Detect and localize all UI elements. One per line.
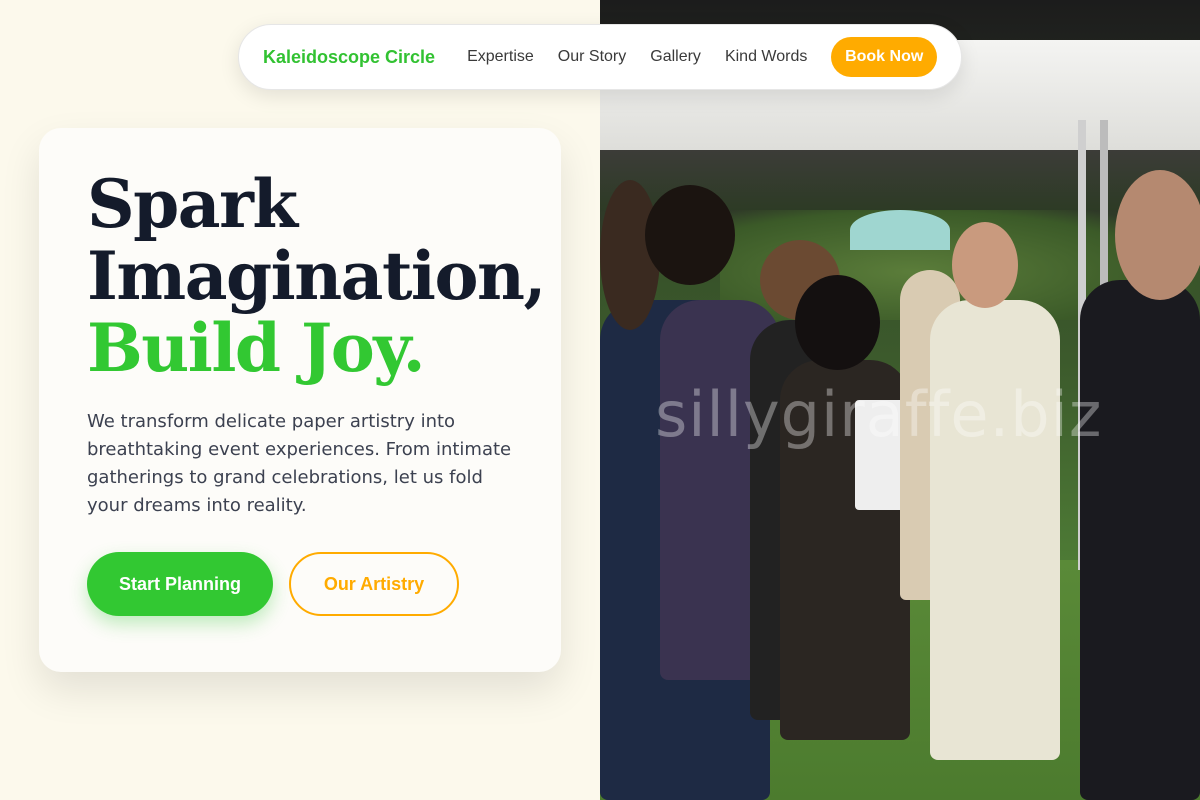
hero-headline: Spark Imagination, Build Joy. — [87, 165, 547, 387]
book-now-button[interactable]: Book Now — [831, 37, 937, 77]
photo-person-cream-suit — [930, 300, 1060, 760]
brand-logo[interactable]: Kaleidoscope Circle — [263, 47, 435, 68]
headline-line-2: Imagination, — [87, 237, 547, 315]
headline-line-1: Spark — [87, 165, 298, 243]
headline-accent: Build Joy. — [87, 309, 426, 387]
photo-person-head — [952, 222, 1018, 308]
our-artistry-button[interactable]: Our Artistry — [289, 552, 459, 616]
nav-link-gallery[interactable]: Gallery — [650, 48, 701, 66]
start-planning-button[interactable]: Start Planning — [87, 552, 273, 616]
hero-buttons: Start Planning Our Artistry — [87, 552, 513, 616]
photo-person-head — [795, 275, 880, 370]
photo-person — [1080, 280, 1200, 800]
photo-person-head — [645, 185, 735, 285]
watermark-text: sillygiraffe.biz — [655, 378, 1103, 451]
hero-card: Spark Imagination, Build Joy. We transfo… — [39, 128, 561, 672]
photo-person-head — [1115, 170, 1200, 300]
nav-link-expertise[interactable]: Expertise — [467, 48, 534, 66]
hero-description: We transform delicate paper artistry int… — [87, 411, 512, 516]
top-navigation: Kaleidoscope Circle Expertise Our Story … — [238, 24, 962, 90]
nav-link-kind-words[interactable]: Kind Words — [725, 48, 807, 66]
nav-link-our-story[interactable]: Our Story — [558, 48, 626, 66]
photo-small-tent — [850, 210, 950, 250]
hero-photo: sillygiraffe.biz — [600, 0, 1200, 800]
